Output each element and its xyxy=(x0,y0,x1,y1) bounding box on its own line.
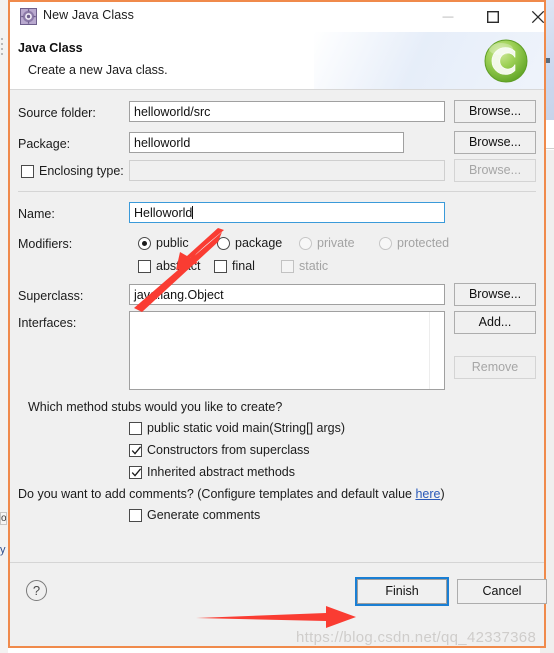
package-input[interactable]: helloworld xyxy=(129,132,404,153)
text-caret xyxy=(192,206,194,219)
comments-question-suffix: ) xyxy=(440,487,445,501)
method-stubs-question: Which method stubs would you like to cre… xyxy=(28,400,283,414)
superclass-browse-button[interactable]: Browse... xyxy=(454,283,536,306)
interfaces-label: Interfaces: xyxy=(18,316,77,330)
new-java-class-dialog: New Java Class Java Class Create a new J… xyxy=(8,0,547,648)
modifier-label-package: package xyxy=(235,236,283,250)
name-label: Name: xyxy=(18,207,55,221)
dialog-header-banner: Java Class Create a new Java class. xyxy=(10,32,544,90)
name-input-value: Helloworld xyxy=(134,206,193,220)
source-folder-input[interactable]: helloworld/src xyxy=(129,101,445,122)
enclosing-type-browse-button: Browse... xyxy=(454,159,536,182)
modifier-checkbox-abstract[interactable] xyxy=(138,260,151,273)
dialog-title-bar: New Java Class xyxy=(10,2,544,32)
modifier-radio-private xyxy=(299,237,312,250)
radio-dot xyxy=(142,241,147,246)
modifier-label-private: private xyxy=(317,236,355,250)
close-button[interactable] xyxy=(515,2,554,31)
superclass-input[interactable]: java.lang.Object xyxy=(129,284,445,305)
cancel-button[interactable]: Cancel xyxy=(457,579,547,604)
background-dots-icon xyxy=(1,38,5,64)
method-stub-checkbox-main[interactable] xyxy=(129,422,142,435)
minimize-button[interactable] xyxy=(425,2,470,31)
modifier-label-static: static xyxy=(299,259,329,273)
comments-here-link[interactable]: here xyxy=(415,487,440,501)
interfaces-add-button[interactable]: Add... xyxy=(454,311,536,334)
comments-question: Do you want to add comments? (Configure … xyxy=(18,487,445,501)
check-icon xyxy=(131,468,142,477)
eclipse-green-c-logo-icon xyxy=(480,35,532,87)
package-browse-button[interactable]: Browse... xyxy=(454,131,536,154)
enclosing-type-checkbox[interactable] xyxy=(21,165,34,178)
modifier-checkbox-static xyxy=(281,260,294,273)
minimize-icon xyxy=(442,16,453,18)
enclosing-type-label: Enclosing type: xyxy=(39,164,124,178)
package-label: Package: xyxy=(18,137,71,151)
method-stub-label-inherited: Inherited abstract methods xyxy=(147,465,295,479)
check-icon xyxy=(131,446,142,455)
modifier-label-public: public xyxy=(156,236,189,250)
banner-subtitle: Create a new Java class. xyxy=(28,63,168,77)
source-folder-label: Source folder: xyxy=(18,106,96,120)
watermark-text: https://blog.csdn.net/qq_42337368 xyxy=(296,629,537,646)
method-stub-checkbox-constructors[interactable] xyxy=(129,444,142,457)
interfaces-listbox[interactable] xyxy=(129,311,445,390)
method-stub-label-main: public static void main(String[] args) xyxy=(147,421,345,435)
banner-title: Java Class xyxy=(18,41,83,55)
footer-separator xyxy=(10,562,544,563)
java-class-icon xyxy=(20,8,37,25)
source-folder-browse-button[interactable]: Browse... xyxy=(454,100,536,123)
superclass-label: Superclass: xyxy=(18,289,84,303)
generate-comments-label: Generate comments xyxy=(147,508,261,522)
modifier-radio-protected xyxy=(379,237,392,250)
maximize-button[interactable] xyxy=(470,2,515,31)
modifier-checkbox-final[interactable] xyxy=(214,260,227,273)
modifier-label-final: final xyxy=(232,259,255,273)
generate-comments-checkbox[interactable] xyxy=(129,509,142,522)
method-stub-checkbox-inherited[interactable] xyxy=(129,466,142,479)
interfaces-remove-button: Remove xyxy=(454,356,536,379)
section-divider-1 xyxy=(18,191,536,192)
maximize-icon xyxy=(486,10,499,23)
screenshot-root: o y New Java Class Java Class Create a n… xyxy=(0,0,554,653)
close-icon xyxy=(531,10,544,23)
background-editor-snippet-b: y xyxy=(0,544,6,556)
comments-question-prefix: Do you want to add comments? (Configure … xyxy=(18,487,416,501)
method-stub-label-constructors: Constructors from superclass xyxy=(147,443,310,457)
help-button[interactable]: ? xyxy=(26,580,47,601)
name-input[interactable]: Helloworld xyxy=(129,202,445,223)
background-editor-snippet-a: o xyxy=(0,512,7,525)
dialog-footer: ? Finish Cancel xyxy=(10,562,547,619)
finish-button[interactable]: Finish xyxy=(355,577,449,606)
modifier-radio-package[interactable] xyxy=(217,237,230,250)
modifiers-label: Modifiers: xyxy=(18,237,73,251)
dialog-title: New Java Class xyxy=(43,8,135,22)
modifier-label-abstract: abstract xyxy=(156,259,201,273)
enclosing-type-input xyxy=(129,160,445,181)
modifier-label-protected: protected xyxy=(397,236,450,250)
modifier-radio-public[interactable] xyxy=(138,237,151,250)
dialog-body: Source folder: helloworld/src Browse... … xyxy=(10,90,547,619)
interfaces-scrollbar[interactable] xyxy=(429,312,444,389)
